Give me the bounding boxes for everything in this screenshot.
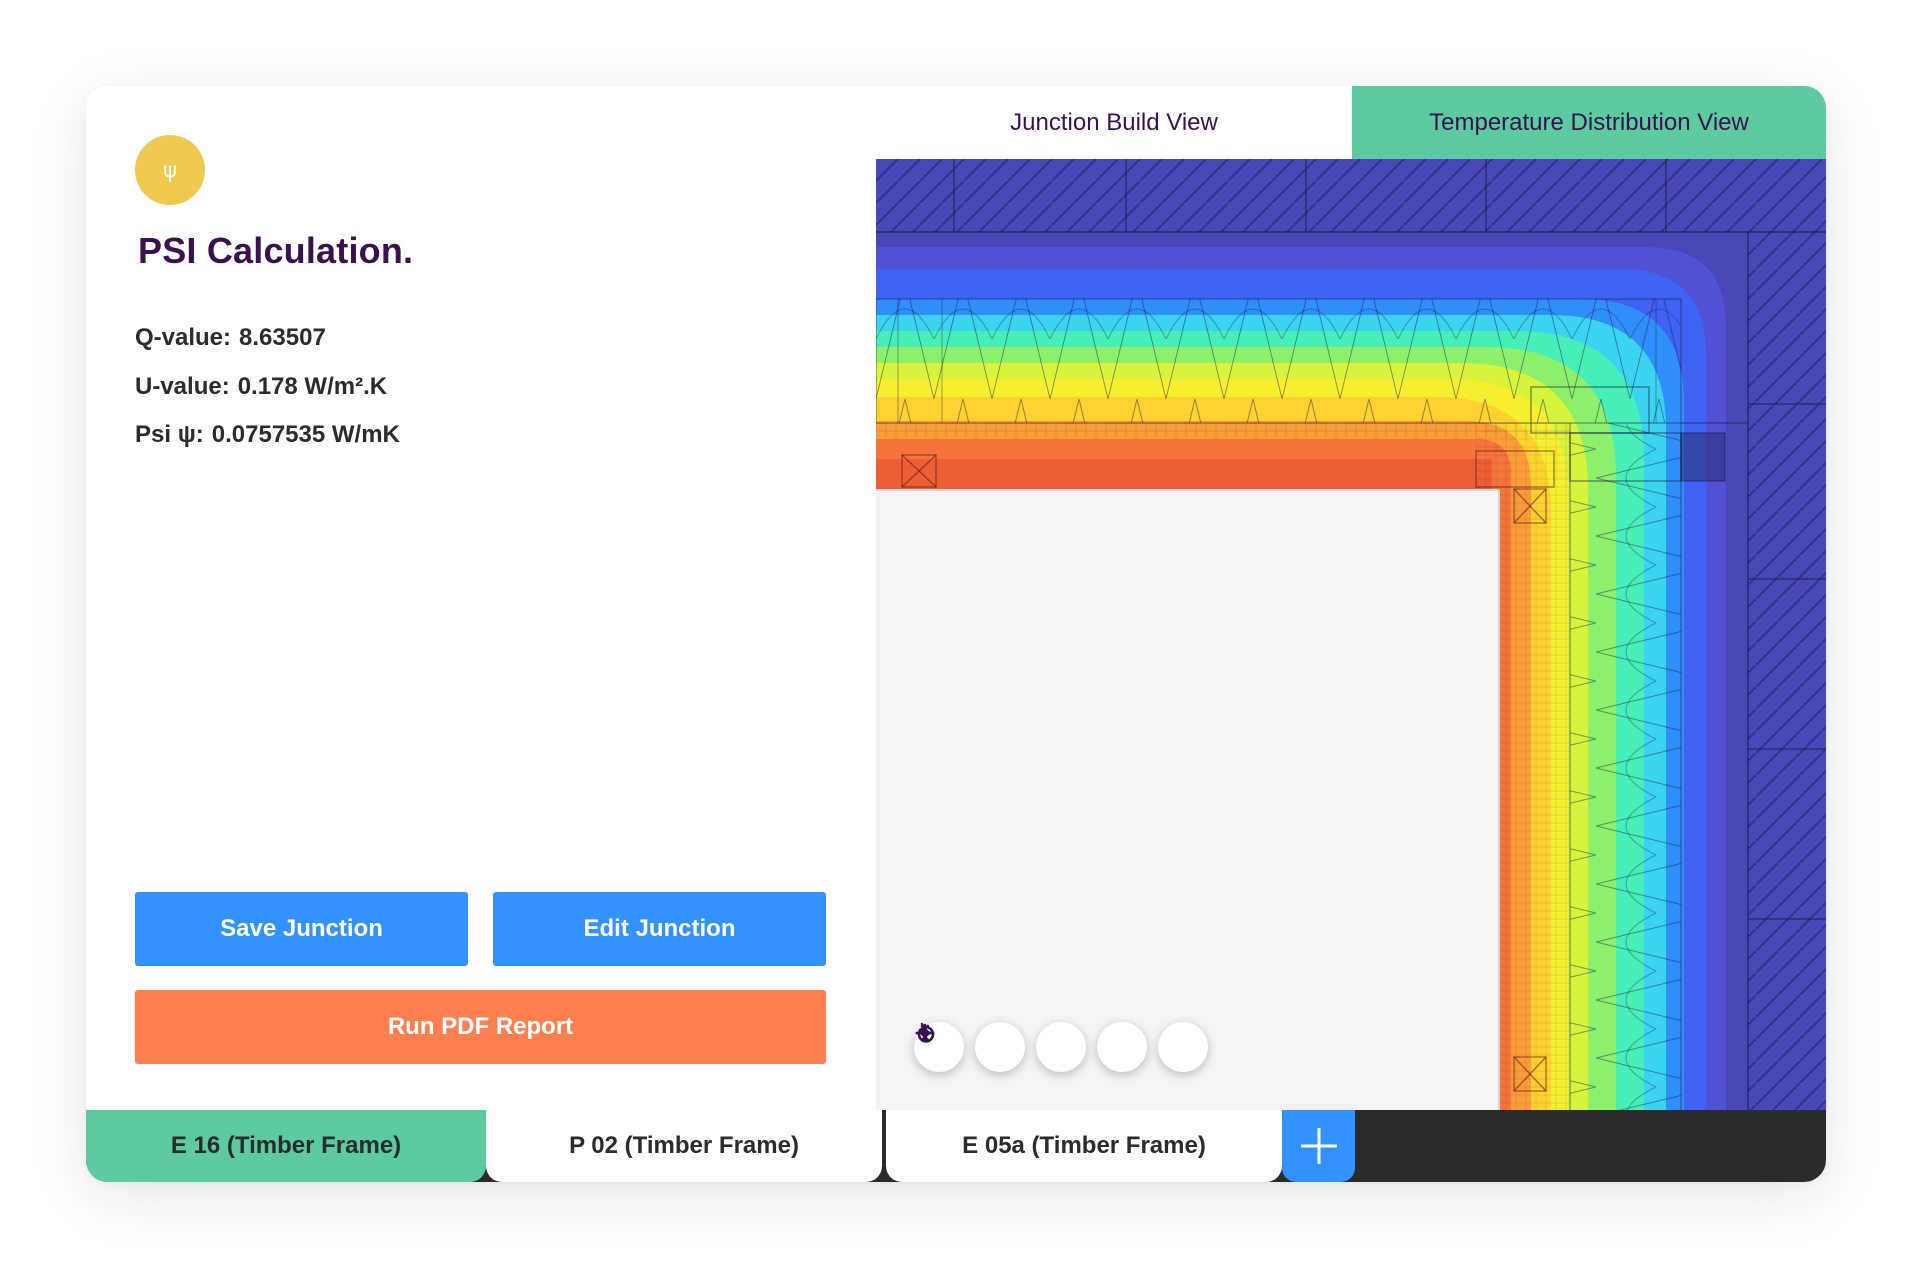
junction-tab-p02[interactable]: P 02 (Timber Frame) bbox=[486, 1110, 882, 1182]
zoom-out-button[interactable] bbox=[915, 1022, 1025, 1072]
plus-icon bbox=[1300, 1128, 1337, 1164]
calculation-panel: ψ PSI Calculation. Q-value: 8.63507 U-val… bbox=[86, 86, 876, 1110]
save-junction-button[interactable]: Save Junction bbox=[135, 892, 468, 966]
junction-tab-bar: E 16 (Timber Frame) P 02 (Timber Frame) … bbox=[86, 1110, 1826, 1182]
junction-tab-e05a[interactable]: E 05a (Timber Frame) bbox=[886, 1110, 1282, 1182]
psi-logo-icon: ψ bbox=[135, 135, 205, 205]
run-pdf-report-button[interactable]: Run PDF Report bbox=[135, 990, 826, 1064]
app-window: ψ PSI Calculation. Q-value: 8.63507 U-val… bbox=[86, 86, 1826, 1182]
pan-left-button[interactable] bbox=[919, 1022, 1086, 1072]
q-value-row: Q-value: 8.63507 bbox=[135, 324, 326, 352]
psi-value: 0.0757535 W/mK bbox=[211, 421, 400, 448]
add-junction-tab-button[interactable] bbox=[1282, 1110, 1355, 1182]
tab-temperature-distribution-view[interactable]: Temperature Distribution View bbox=[1352, 86, 1826, 159]
psi-value-row: Psi ψ: 0.0757535 W/mK bbox=[135, 421, 400, 449]
viewer-controls bbox=[914, 1022, 1208, 1072]
thermal-image bbox=[876, 159, 1826, 1110]
u-value: 0.178 W/m².K bbox=[237, 373, 388, 400]
psi-value-label: Psi ψ: bbox=[135, 421, 204, 448]
reset-view-button[interactable] bbox=[917, 1022, 1208, 1072]
temperature-distribution-viewer[interactable] bbox=[876, 159, 1826, 1110]
edit-junction-button[interactable]: Edit Junction bbox=[493, 892, 826, 966]
page-title: PSI Calculation. bbox=[138, 230, 414, 271]
reset-icon bbox=[917, 1022, 935, 1043]
pan-right-button[interactable] bbox=[920, 1022, 1147, 1072]
u-value-label: U-value: bbox=[135, 373, 230, 400]
q-value: 8.63507 bbox=[239, 324, 326, 351]
q-value-label: Q-value: bbox=[135, 324, 232, 351]
junction-tab-e16[interactable]: E 16 (Timber Frame) bbox=[86, 1110, 486, 1182]
tab-junction-build-view[interactable]: Junction Build View bbox=[876, 86, 1352, 159]
u-value-row: U-value: 0.178 W/m².K bbox=[135, 373, 387, 401]
